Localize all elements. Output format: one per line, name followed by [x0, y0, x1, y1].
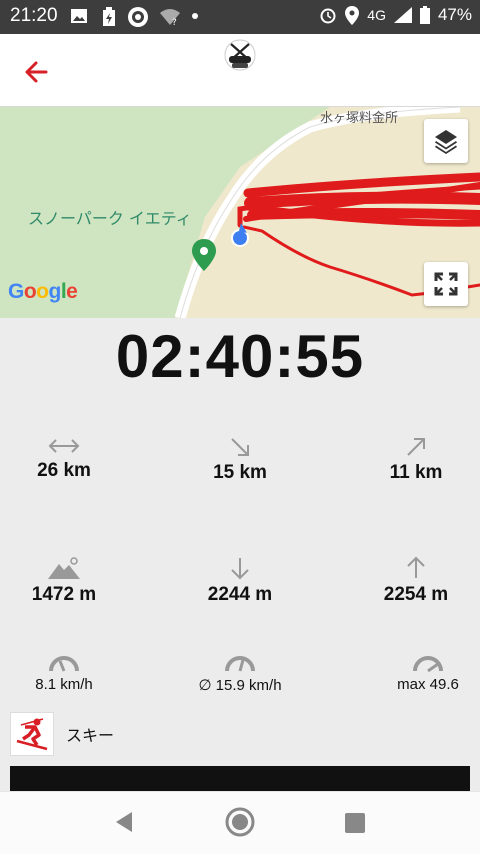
stat-speed-max: max 49.6: [358, 652, 480, 693]
nav-home-icon[interactable]: [224, 806, 256, 838]
stat-descent-value: 2244 m: [207, 584, 273, 605]
distance-arrows-icon: [48, 439, 80, 453]
stat-downhill-value: 15 km: [213, 462, 267, 483]
alarm-icon: [320, 8, 336, 24]
status-time: 21:20: [10, 5, 58, 26]
stat-speed-current-value: 8.1 km/h: [35, 676, 93, 693]
skier-icon: [10, 712, 54, 756]
speedometer-icon: [225, 656, 255, 672]
stat-altitude: 1472 m: [0, 556, 134, 606]
stat-speed-current: 8.1 km/h: [0, 652, 134, 693]
speedometer-icon: [413, 656, 443, 672]
fullscreen-button[interactable]: [424, 262, 468, 306]
app-logo-icon: [224, 39, 256, 71]
down-arrow-icon: [231, 558, 249, 580]
signal-icon: [393, 7, 412, 23]
stat-ascent: 2254 m: [346, 556, 480, 606]
nav-recents-icon[interactable]: [344, 812, 366, 834]
map-view[interactable]: 水ヶ塚料金所 スノーパーク イエティ Google: [0, 107, 480, 318]
stat-speed-avg-value: ∅ 15.9 km/h: [198, 677, 282, 694]
stat-descent: 2244 m: [170, 556, 310, 606]
back-arrow-icon[interactable]: [20, 54, 56, 90]
flash-notification-icon: [103, 7, 115, 26]
location-icon: [345, 5, 360, 25]
uphill-arrow-icon: [407, 438, 425, 456]
layers-icon: [435, 130, 457, 154]
stat-uphill-distance: 11 km: [346, 436, 480, 484]
image-notification-icon: [71, 9, 87, 23]
elapsed-timer: 02:40:55: [115, 323, 365, 390]
wifi-question-icon: ?: [160, 9, 180, 27]
map-place-label: 水ヶ塚料金所: [320, 111, 399, 126]
wifi-icon: [128, 7, 148, 27]
svg-text:?: ?: [172, 18, 177, 27]
stat-distance-value: 26 km: [37, 460, 91, 481]
status-bar: 21:20 ? 4G 47%: [0, 0, 480, 34]
stat-ascent-value: 2254 m: [383, 584, 449, 605]
downhill-arrow-icon: [231, 438, 249, 456]
stat-speed-max-value: max 49.6: [397, 676, 459, 693]
status-right: 4G 47%: [319, 5, 472, 25]
battery-icon: [419, 6, 430, 24]
mountain-icon: [48, 557, 80, 579]
dot-icon: [192, 13, 198, 19]
activity-label: スキー: [66, 726, 115, 745]
stat-distance: 26 km: [0, 436, 134, 482]
speedometer-icon: [49, 656, 79, 672]
stat-downhill-distance: 15 km: [170, 436, 310, 484]
network-type: 4G: [367, 7, 386, 23]
google-logo: Google: [8, 280, 78, 303]
map-poi-label[interactable]: スノーパーク イエティ: [28, 205, 192, 229]
battery-percent: 47%: [437, 5, 472, 24]
stat-speed-avg: ∅ 15.9 km/h: [170, 652, 310, 694]
activity-selector[interactable]: スキー: [10, 712, 114, 756]
stat-altitude-value: 1472 m: [31, 584, 97, 605]
up-arrow-icon: [407, 556, 425, 578]
layers-button[interactable]: [424, 119, 468, 163]
fullscreen-icon: [434, 272, 458, 296]
system-nav-bar: [0, 791, 480, 854]
nav-back-icon[interactable]: [112, 810, 136, 834]
stat-uphill-value: 11 km: [389, 462, 443, 483]
app-bar: [0, 34, 480, 107]
